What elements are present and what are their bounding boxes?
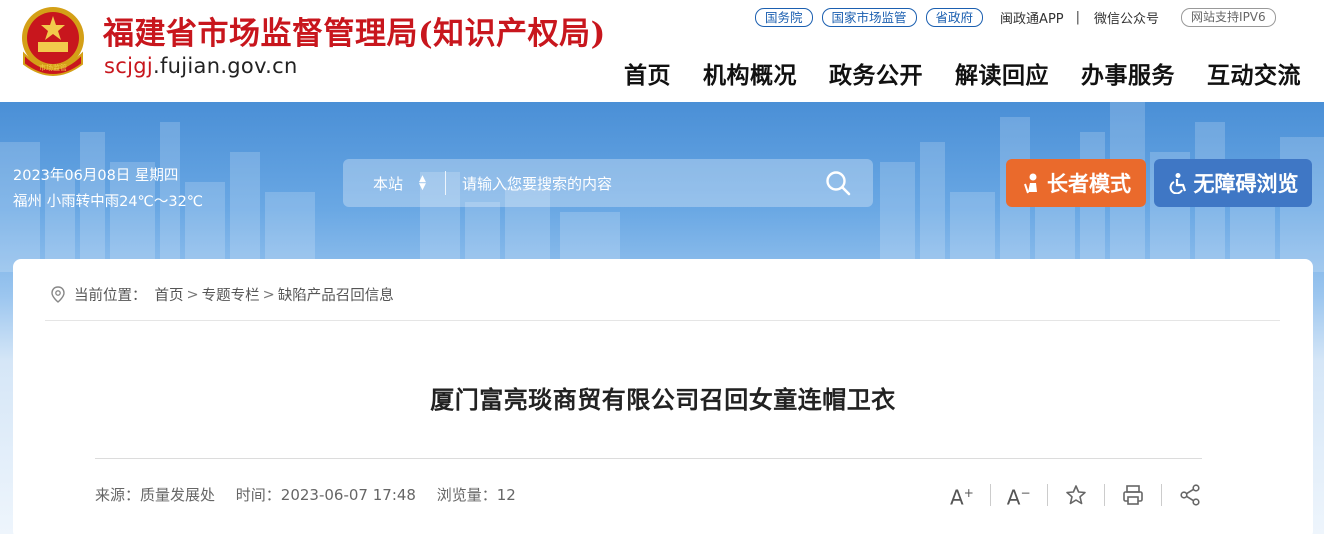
breadcrumb-separator: > [186,286,199,303]
top-links: 国务院 国家市场监管 省政府 闽政通APP | 微信公众号 网站支持IPV6 [755,7,1276,27]
tool-divider [1103,484,1105,507]
content-card: 当前位置： 首页 > 专题专栏 > 缺陷产品召回信息 厦门富亮琰商贸有限公司召回… [13,259,1313,534]
font-decrease-icon[interactable]: A− [1007,481,1031,510]
article-time: 时间：2023-06-07 17:48 [235,486,416,504]
nav-home[interactable]: 首页 [624,56,671,90]
tool-divider [1046,484,1048,507]
breadcrumb-separator: > [262,286,275,303]
star-icon[interactable] [1064,483,1088,507]
search-divider [445,171,446,195]
elder-icon [1024,173,1037,194]
font-decrease-mark: − [1020,486,1031,500]
weather: 福州 小雨转中雨24℃～32℃ [13,194,204,210]
nav-interaction[interactable]: 互动交流 [1207,56,1301,90]
location-icon [51,285,65,303]
font-increase-icon[interactable]: A+ [950,481,974,510]
font-increase-letter: A [950,485,964,510]
link-separator: | [1075,9,1081,25]
ipv6-badge: 网站支持IPV6 [1181,7,1276,27]
link-samr[interactable]: 国家市场监管 [821,7,917,27]
breadcrumb-label: 当前位置： [74,288,147,304]
breadcrumb: 当前位置： 首页 > 专题专栏 > 缺陷产品召回信息 [50,284,394,305]
banner: 2023年06月08日 星期四 福州 小雨转中雨24℃～32℃ 本站 ▲ ▼ 请输… [0,102,1324,534]
search-bar: 本站 ▲ ▼ 请输入您要搜索的内容 [343,159,873,207]
font-increase-mark: + [963,486,974,500]
national-emblem-icon[interactable]: 市场监管 [18,4,88,80]
search-scope-select[interactable]: 本站 ▲ ▼ [373,173,431,194]
article-meta: 来源：质量发展处 时间：2023-06-07 17:48 浏览量：12 [95,484,532,505]
search-scope-label: 本站 [373,174,404,193]
link-app[interactable]: 闽政通APP [1000,8,1064,27]
svg-text:市场监管: 市场监管 [39,63,67,72]
date-weather: 2023年06月08日 星期四 福州 小雨转中雨24℃～32℃ [13,163,203,215]
tool-divider [989,484,991,507]
article-views: 浏览量：12 [436,486,516,504]
breadcrumb-recall[interactable]: 缺陷产品召回信息 [278,284,394,305]
article-title: 厦门富亮琰商贸有限公司召回女童连帽卫衣 [430,386,896,414]
nav-services[interactable]: 办事服务 [1081,56,1175,90]
breadcrumb-home[interactable]: 首页 [155,284,184,305]
main-nav: 首页 机构概况 政务公开 解读回应 办事服务 互动交流 [624,56,1301,90]
breadcrumb-topics[interactable]: 专题专栏 [202,284,260,305]
print-icon[interactable] [1121,483,1145,507]
breadcrumb-divider [45,320,1280,321]
title-divider [95,458,1202,459]
link-provincial-gov[interactable]: 省政府 [925,7,984,27]
search-icon[interactable] [825,170,851,196]
nav-organization[interactable]: 机构概况 [703,56,797,90]
site-header: 市场监管 福建省市场监督管理局(知识产权局) scjgj.fujian.gov.… [0,0,1324,102]
search-input[interactable]: 请输入您要搜索的内容 [462,173,825,194]
accessibility-label: 无障碍浏览 [1193,172,1299,196]
article-tools: A+ A− [950,481,1202,510]
elder-mode-label: 长者模式 [1047,172,1131,196]
article-source: 来源：质量发展处 [95,486,216,504]
elder-mode-button[interactable]: 长者模式 [1006,159,1146,207]
tool-divider [1160,484,1162,507]
link-state-council[interactable]: 国务院 [755,7,813,27]
font-decrease-letter: A [1006,485,1021,510]
site-domain: scjgj.fujian.gov.cn [104,54,298,78]
updown-arrow-icon: ▲ ▼ [419,174,426,192]
nav-gov-affairs[interactable]: 政务公开 [829,56,923,90]
nav-interpretation[interactable]: 解读回应 [955,56,1049,90]
domain-rest: .fujian.gov.cn [153,54,298,78]
site-title[interactable]: 福建省市场监督管理局(知识产权局) [103,8,606,53]
current-date: 2023年06月08日 星期四 [13,168,179,184]
wheelchair-icon [1169,173,1186,194]
share-icon[interactable] [1178,483,1202,507]
accessibility-button[interactable]: 无障碍浏览 [1154,159,1312,207]
domain-accent: scjgj [104,54,153,78]
link-wechat[interactable]: 微信公众号 [1094,8,1159,27]
